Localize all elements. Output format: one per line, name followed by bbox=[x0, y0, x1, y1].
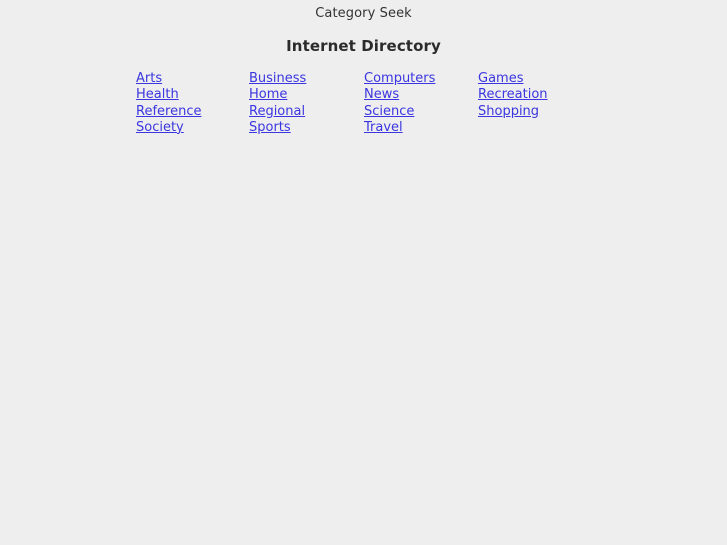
page-title: Internet Directory bbox=[286, 37, 441, 55]
category-row: Arts Business Computers Games bbox=[136, 71, 598, 87]
category-cell-computers: Computers bbox=[364, 71, 478, 87]
category-cell-health: Health bbox=[136, 87, 249, 103]
category-link-news[interactable]: News bbox=[364, 87, 399, 103]
category-cell-empty bbox=[478, 120, 598, 136]
category-cell-business: Business bbox=[249, 71, 364, 87]
category-cell-recreation: Recreation bbox=[478, 87, 598, 103]
category-link-arts[interactable]: Arts bbox=[136, 71, 162, 87]
category-cell-society: Society bbox=[136, 120, 249, 136]
category-link-sports[interactable]: Sports bbox=[249, 120, 291, 136]
category-link-home[interactable]: Home bbox=[249, 87, 287, 103]
category-row: Health Home News Recreation bbox=[136, 87, 598, 103]
category-cell-reference: Reference bbox=[136, 104, 249, 120]
category-cell-news: News bbox=[364, 87, 478, 103]
category-cell-regional: Regional bbox=[249, 104, 364, 120]
category-link-health[interactable]: Health bbox=[136, 87, 179, 103]
category-cell-home: Home bbox=[249, 87, 364, 103]
category-link-games[interactable]: Games bbox=[478, 71, 523, 87]
category-grid: Arts Business Computers Games Health Hom… bbox=[136, 71, 598, 136]
site-name: Category Seek bbox=[315, 6, 412, 21]
directory-page: Category Seek Internet Directory Arts Bu… bbox=[0, 0, 727, 545]
category-cell-games: Games bbox=[478, 71, 598, 87]
category-link-reference[interactable]: Reference bbox=[136, 104, 201, 120]
category-cell-arts: Arts bbox=[136, 71, 249, 87]
category-link-recreation[interactable]: Recreation bbox=[478, 87, 548, 103]
category-link-travel[interactable]: Travel bbox=[364, 120, 403, 136]
category-cell-travel: Travel bbox=[364, 120, 478, 136]
category-link-computers[interactable]: Computers bbox=[364, 71, 435, 87]
category-link-society[interactable]: Society bbox=[136, 120, 184, 136]
category-link-regional[interactable]: Regional bbox=[249, 104, 305, 120]
category-row: Reference Regional Science Shopping bbox=[136, 104, 598, 120]
category-link-business[interactable]: Business bbox=[249, 71, 306, 87]
category-row: Society Sports Travel bbox=[136, 120, 598, 136]
category-cell-sports: Sports bbox=[249, 120, 364, 136]
category-cell-shopping: Shopping bbox=[478, 104, 598, 120]
category-cell-science: Science bbox=[364, 104, 478, 120]
category-link-shopping[interactable]: Shopping bbox=[478, 104, 539, 120]
category-link-science[interactable]: Science bbox=[364, 104, 414, 120]
